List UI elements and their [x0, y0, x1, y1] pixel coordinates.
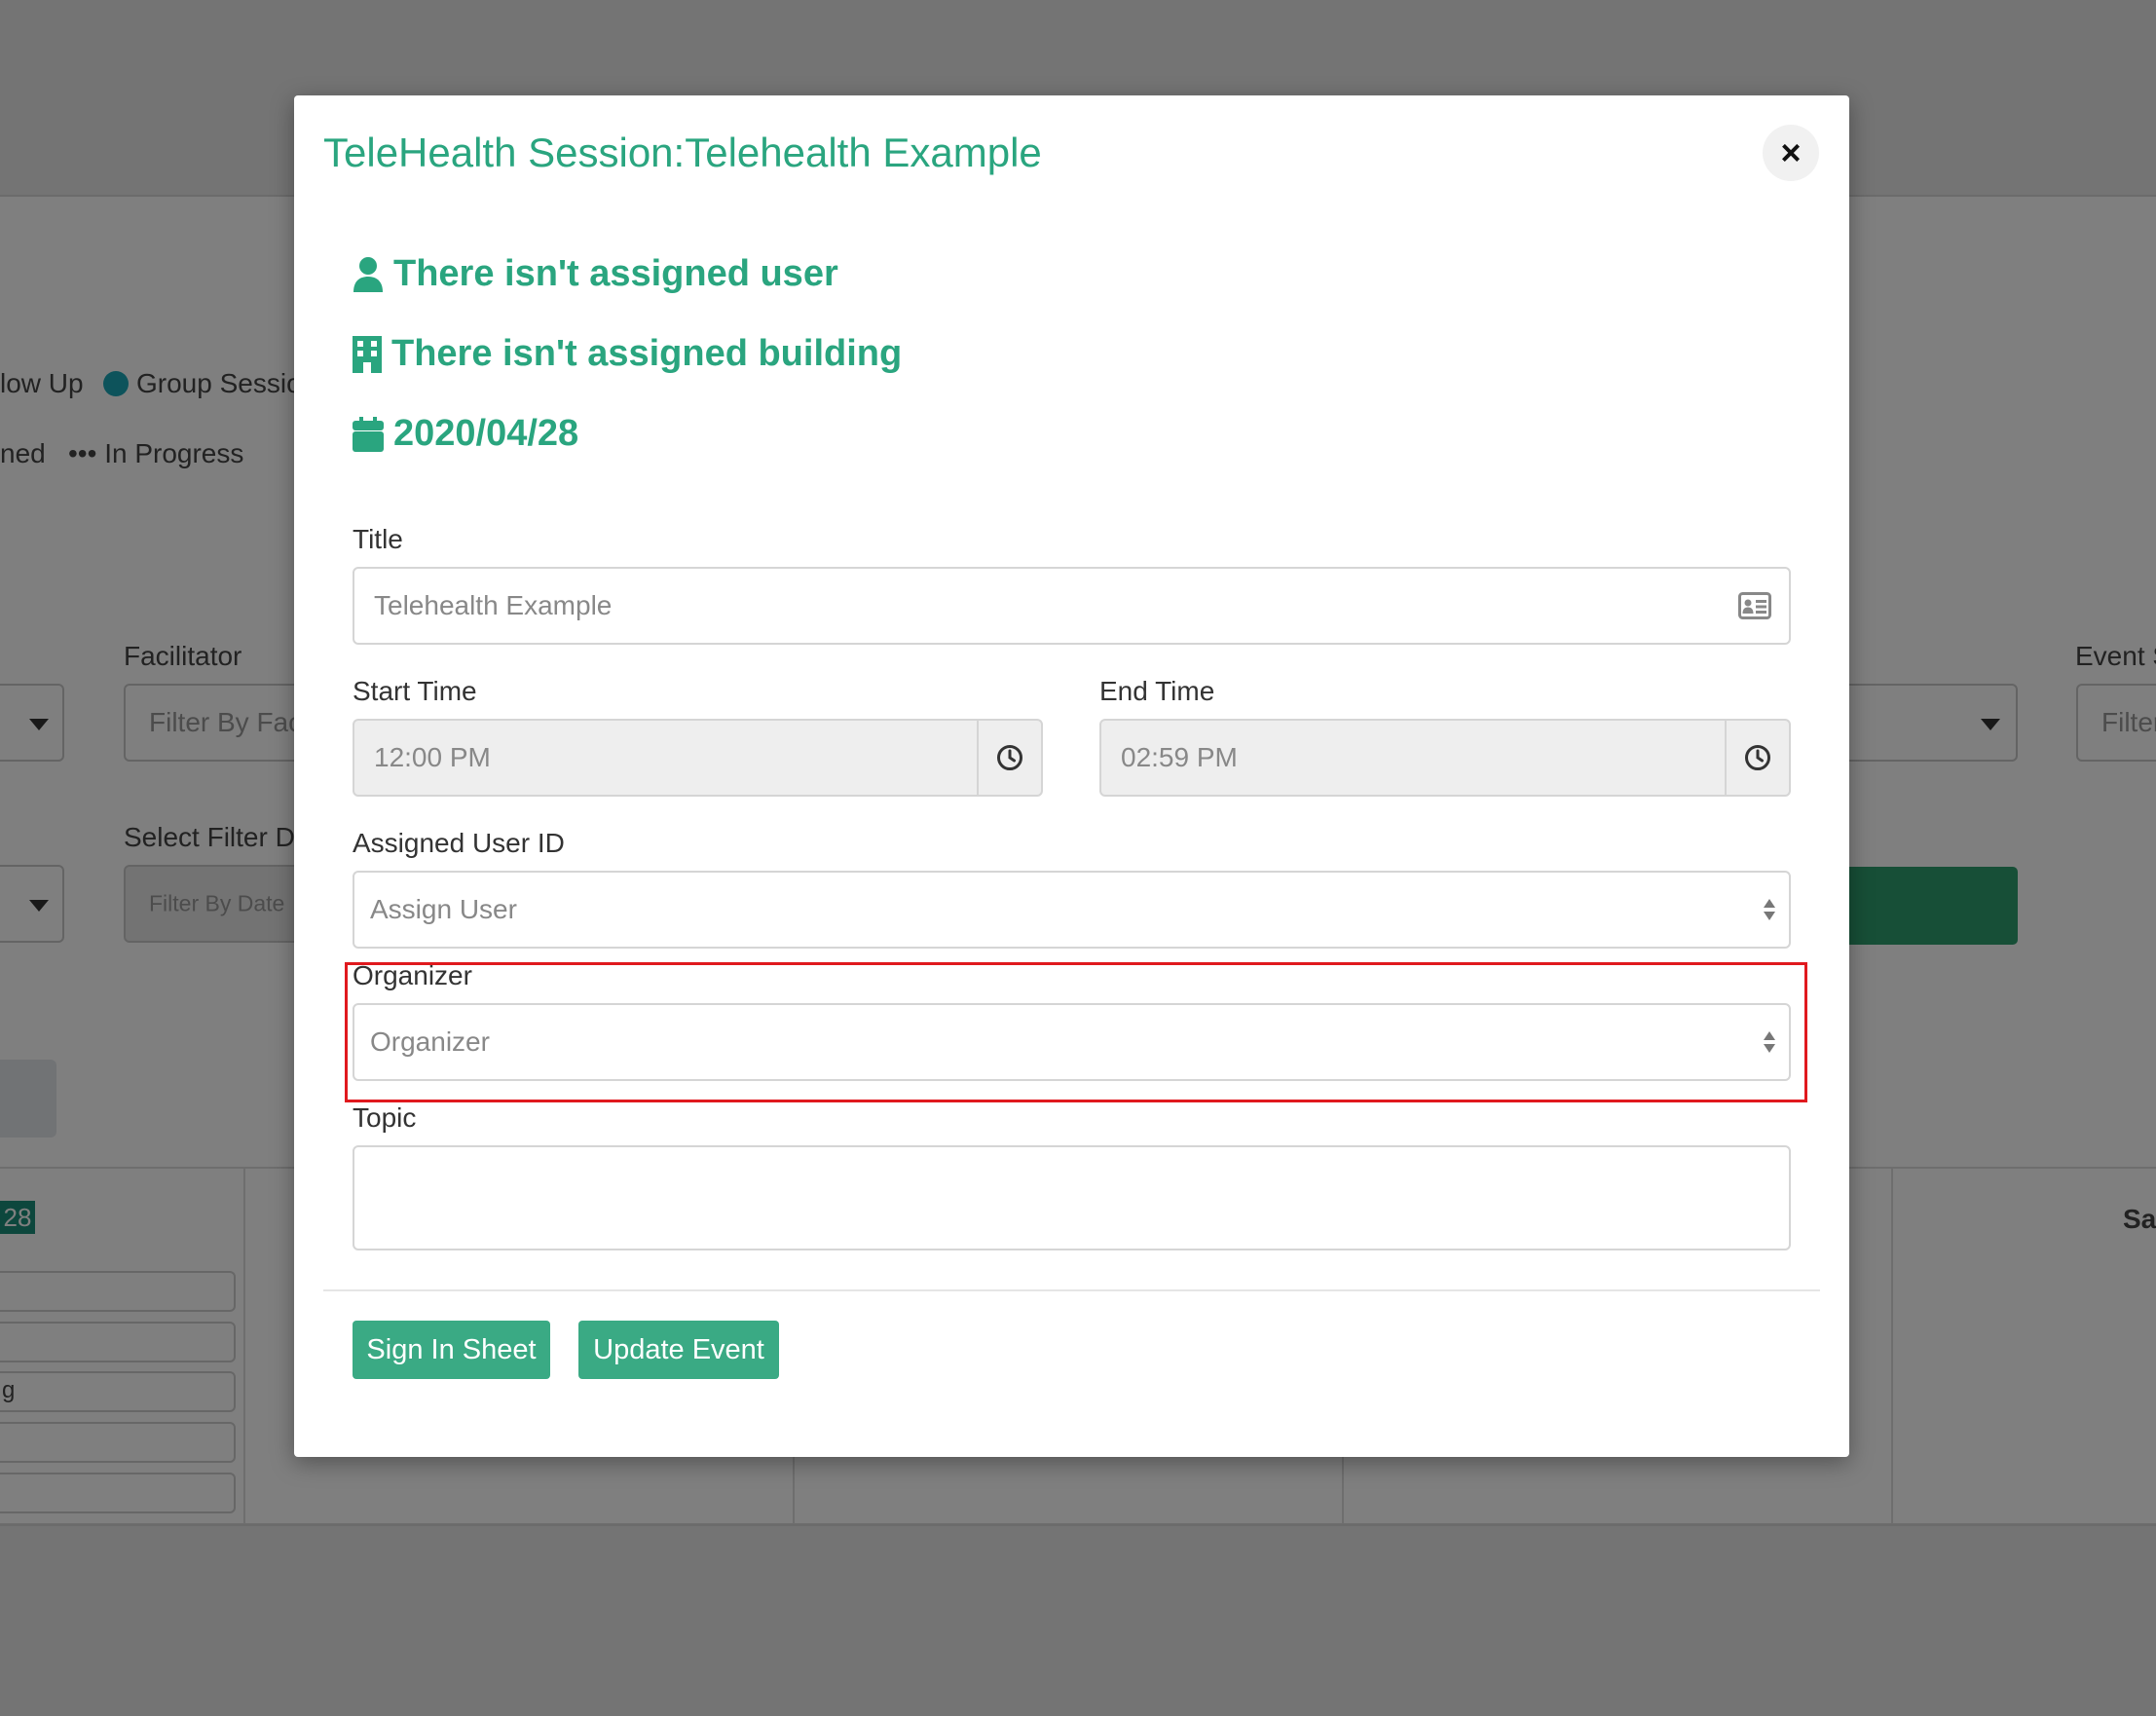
- select-arrows-icon: [1764, 1031, 1775, 1053]
- topic-label: Topic: [353, 1102, 417, 1133]
- assigned-user-text: There isn't assigned user: [393, 253, 838, 294]
- assigned-user-info: There isn't assigned user: [353, 253, 838, 295]
- end-time-label: End Time: [1099, 676, 1215, 706]
- user-icon: [353, 256, 383, 292]
- assigned-building-info: There isn't assigned building: [353, 333, 902, 375]
- session-date-text: 2020/04/28: [393, 413, 579, 454]
- topic-textarea[interactable]: [353, 1145, 1791, 1250]
- assign-user-select[interactable]: Assign User: [353, 871, 1791, 949]
- select-arrows-icon: [1764, 899, 1775, 920]
- end-time-input[interactable]: 02:59 PM: [1099, 719, 1791, 797]
- clock-icon: [1745, 745, 1770, 770]
- update-event-button[interactable]: Update Event: [578, 1321, 779, 1379]
- id-card-icon: [1738, 592, 1771, 619]
- close-button[interactable]: ×: [1763, 125, 1819, 181]
- title-label: Title: [353, 524, 403, 554]
- calendar-icon: [353, 416, 384, 452]
- sign-in-sheet-button[interactable]: Sign In Sheet: [353, 1321, 550, 1379]
- assigned-user-id-label: Assigned User ID: [353, 828, 565, 858]
- start-time-input[interactable]: 12:00 PM: [353, 719, 1043, 797]
- end-time-clock-button[interactable]: [1725, 721, 1789, 795]
- telehealth-session-modal: TeleHealth Session:Telehealth Example × …: [294, 95, 1849, 1457]
- organizer-select[interactable]: Organizer: [353, 1003, 1791, 1081]
- modal-title: TeleHealth Session:Telehealth Example: [323, 130, 1042, 175]
- footer-divider: [323, 1289, 1820, 1291]
- building-icon: [353, 335, 382, 373]
- start-time-label: Start Time: [353, 676, 477, 706]
- title-input[interactable]: Telehealth Example: [353, 567, 1791, 645]
- session-date-info: 2020/04/28: [353, 413, 578, 455]
- organizer-label: Organizer: [353, 960, 472, 990]
- clock-icon: [997, 745, 1022, 770]
- close-icon: ×: [1780, 132, 1802, 172]
- assigned-building-text: There isn't assigned building: [391, 333, 903, 374]
- start-time-clock-button[interactable]: [977, 721, 1041, 795]
